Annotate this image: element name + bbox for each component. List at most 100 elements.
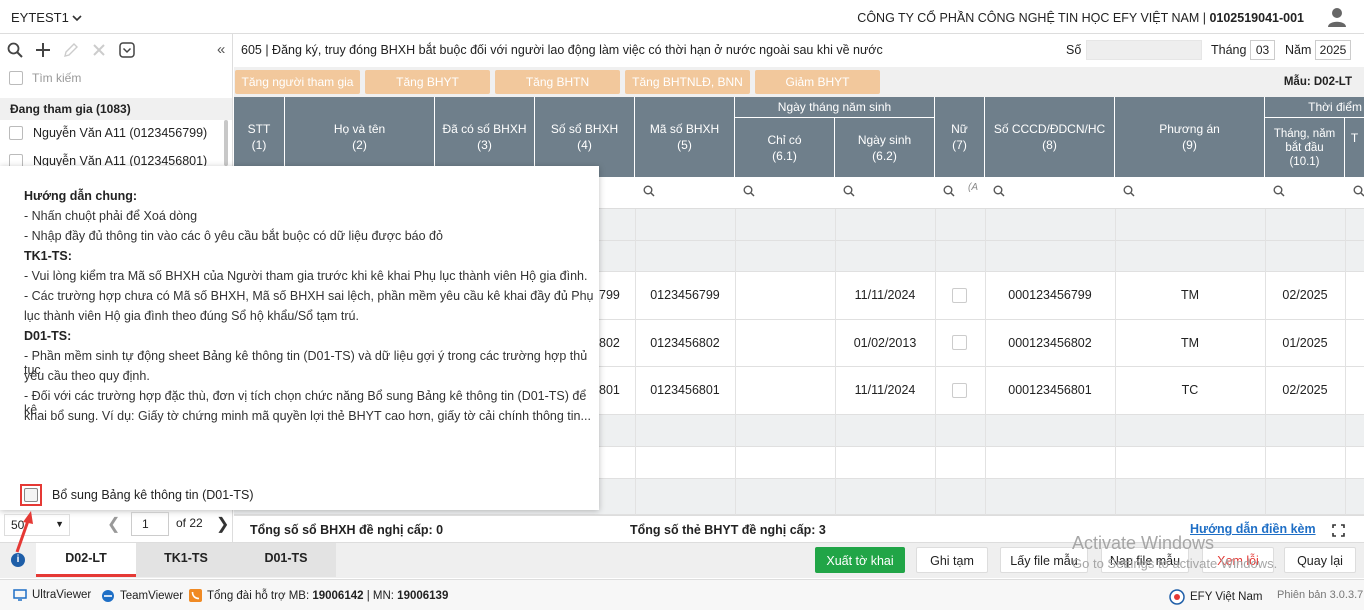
nam-label: Năm xyxy=(1285,43,1312,57)
cell-so-so[interactable]: 802 xyxy=(599,336,620,350)
nu-checkbox[interactable] xyxy=(952,383,967,398)
nam-field[interactable]: 2025 xyxy=(1315,40,1351,60)
nu-checkbox[interactable] xyxy=(952,288,967,303)
cell-thang-bd[interactable]: 01/2025 xyxy=(1265,336,1345,350)
thang-field[interactable]: 03 xyxy=(1250,40,1275,60)
col-phuong-an[interactable]: Phương án (9) xyxy=(1115,97,1265,177)
tang-bhtnld-bnn-button[interactable]: Tăng BHTNLĐ, BNN xyxy=(625,70,750,94)
search-icon[interactable] xyxy=(1353,185,1364,197)
search-icon[interactable] xyxy=(993,185,1005,197)
quay-lai-button[interactable]: Quay lại xyxy=(1284,547,1356,573)
bo-sung-d01-checkbox[interactable] xyxy=(20,484,42,506)
col-next[interactable]: T xyxy=(1345,118,1364,158)
col-group-ngay-sinh: Ngày tháng năm sinh xyxy=(735,97,935,118)
cell-ma-so[interactable]: 0123456801 xyxy=(635,383,735,397)
col-cccd[interactable]: Số CCCD/ĐDCN/HC (8) xyxy=(985,97,1115,177)
search-icon[interactable] xyxy=(943,185,955,197)
page-input[interactable]: 1 xyxy=(131,512,169,536)
cell-phuong-an[interactable]: TC xyxy=(1115,383,1265,397)
popup-line: Hướng dẫn chung: xyxy=(24,189,138,203)
prev-page-icon[interactable]: ❮ xyxy=(107,514,120,534)
filter-all-select[interactable]: (A xyxy=(968,182,978,193)
edit-icon[interactable] xyxy=(61,40,81,60)
col-ngay-sinh[interactable]: Ngày sinh (6.2) xyxy=(835,118,935,177)
grid-line xyxy=(935,209,936,515)
search-icon[interactable] xyxy=(743,185,755,197)
cell-ngay-sinh[interactable]: 01/02/2013 xyxy=(835,336,935,350)
user-icon[interactable] xyxy=(1326,6,1348,28)
delete-icon[interactable] xyxy=(89,40,109,60)
popup-line: lục thành viên Hộ gia đình theo đúng Sổ … xyxy=(24,309,359,323)
search-icon[interactable] xyxy=(643,185,655,197)
cell-cccd[interactable]: 000123456801 xyxy=(985,383,1115,397)
popup-line: - Vui lòng kiểm tra Mã số BHXH của Người… xyxy=(24,269,588,283)
fullscreen-icon[interactable] xyxy=(1332,524,1345,537)
popup-line: khai bổ sung. Ví dụ: Giấy tờ chứng minh … xyxy=(24,409,591,423)
ultraviewer-link[interactable]: UltraViewer xyxy=(13,589,91,601)
next-page-icon[interactable]: ❯ xyxy=(216,514,229,534)
search-icon[interactable] xyxy=(5,40,25,60)
add-icon[interactable] xyxy=(33,40,53,60)
bo-sung-d01-label: Bổ sung Bảng kê thông tin (D01-TS) xyxy=(52,488,254,502)
col-thang-bd[interactable]: Tháng, năm bắt đầu (10.1) xyxy=(1265,118,1345,177)
dropdown-box-icon[interactable] xyxy=(117,40,137,60)
tang-bhtn-button[interactable]: Tăng BHTN xyxy=(495,70,620,94)
cell-so-so[interactable]: 799 xyxy=(599,288,620,302)
giam-bhyt-button[interactable]: Giảm BHYT xyxy=(755,70,880,94)
nu-checkbox[interactable] xyxy=(952,335,967,350)
popup-line: yêu cầu theo quy định. xyxy=(24,369,150,383)
search-icon[interactable] xyxy=(843,185,855,197)
collapse-panel-icon[interactable]: « xyxy=(217,41,225,58)
watermark-subtitle: Go to Settings to activate Windows. xyxy=(1072,556,1278,571)
list-item[interactable]: Nguyễn Văn A11 (0123456799) xyxy=(9,126,207,140)
caret-down-icon: ▼ xyxy=(55,519,64,529)
xuat-to-khai-button[interactable]: Xuất tờ khai xyxy=(815,547,905,573)
cell-ngay-sinh[interactable]: 11/11/2024 xyxy=(835,383,935,397)
version-label: Phiên bản 3.0.3.7 xyxy=(1277,589,1364,601)
thang-label: Tháng xyxy=(1211,43,1247,57)
cell-ngay-sinh[interactable]: 11/11/2024 xyxy=(835,288,935,302)
left-scrollbar[interactable] xyxy=(224,120,228,166)
list-item-checkbox[interactable] xyxy=(9,126,23,140)
cell-phuong-an[interactable]: TM xyxy=(1115,336,1265,350)
total-so-bhxh: Tổng số sổ BHXH đề nghị cấp: 0 xyxy=(250,523,444,537)
cell-ma-so[interactable]: 0123456799 xyxy=(635,288,735,302)
tang-nguoi-tham-gia-button[interactable]: Tăng người tham gia xyxy=(235,70,360,94)
group-header[interactable]: Đang tham gia (1083) xyxy=(0,98,232,120)
cell-cccd[interactable]: 000123456802 xyxy=(985,336,1115,350)
cell-thang-bd[interactable]: 02/2025 xyxy=(1265,288,1345,302)
cell-phuong-an[interactable]: TM xyxy=(1115,288,1265,302)
info-icon[interactable]: i xyxy=(11,553,25,567)
col-stt[interactable]: STT (1) xyxy=(234,97,285,177)
efy-logo-icon xyxy=(1169,589,1185,605)
col-da-co-so[interactable]: Đã có số BHXH (3) xyxy=(435,97,535,177)
popup-line: - Nhập đầy đủ thông tin vào các ô yêu cầ… xyxy=(24,229,443,243)
col-so-so[interactable]: Số sổ BHXH (4) xyxy=(535,97,635,177)
phone-icon xyxy=(189,589,202,602)
cell-so-so[interactable]: 801 xyxy=(599,383,620,397)
select-all-checkbox[interactable] xyxy=(9,71,23,85)
cell-ma-so[interactable]: 0123456802 xyxy=(635,336,735,350)
popup-line: - Nhấn chuột phải để Xoá dòng xyxy=(24,209,198,223)
search-input[interactable]: Tìm kiếm xyxy=(32,71,81,85)
table-header: STT (1) Họ và tên (2) Đã có số BHXH (3) Số … xyxy=(234,97,1364,177)
cell-cccd[interactable]: 000123456799 xyxy=(985,288,1115,302)
tang-bhyt-button[interactable]: Tăng BHYT xyxy=(365,70,490,94)
search-icon[interactable] xyxy=(1123,185,1135,197)
left-search-row[interactable]: Tìm kiếm xyxy=(9,71,81,85)
tab-d02-lt[interactable]: D02-LT xyxy=(36,543,136,577)
col-ma-so[interactable]: Mã số BHXH (5) xyxy=(635,97,735,177)
ghi-tam-button[interactable]: Ghi tạm xyxy=(916,547,988,573)
search-icon[interactable] xyxy=(1273,185,1285,197)
cell-thang-bd[interactable]: 02/2025 xyxy=(1265,383,1345,397)
so-field[interactable] xyxy=(1086,40,1202,60)
col-ho-ten[interactable]: Họ và tên (2) xyxy=(285,97,435,177)
col-chi-co[interactable]: Chỉ có (6.1) xyxy=(735,118,835,177)
tab-tk1-ts[interactable]: TK1-TS xyxy=(136,543,236,577)
tab-d01-ts[interactable]: D01-TS xyxy=(236,543,336,577)
tenant-selector[interactable]: EYTEST1 xyxy=(11,10,82,25)
teamviewer-link[interactable]: TeamViewer xyxy=(101,589,183,603)
col-nu[interactable]: Nữ (7) xyxy=(935,97,985,177)
grid-line xyxy=(1265,209,1266,515)
bo-sung-d01-row[interactable]: Bổ sung Bảng kê thông tin (D01-TS) xyxy=(20,484,254,506)
